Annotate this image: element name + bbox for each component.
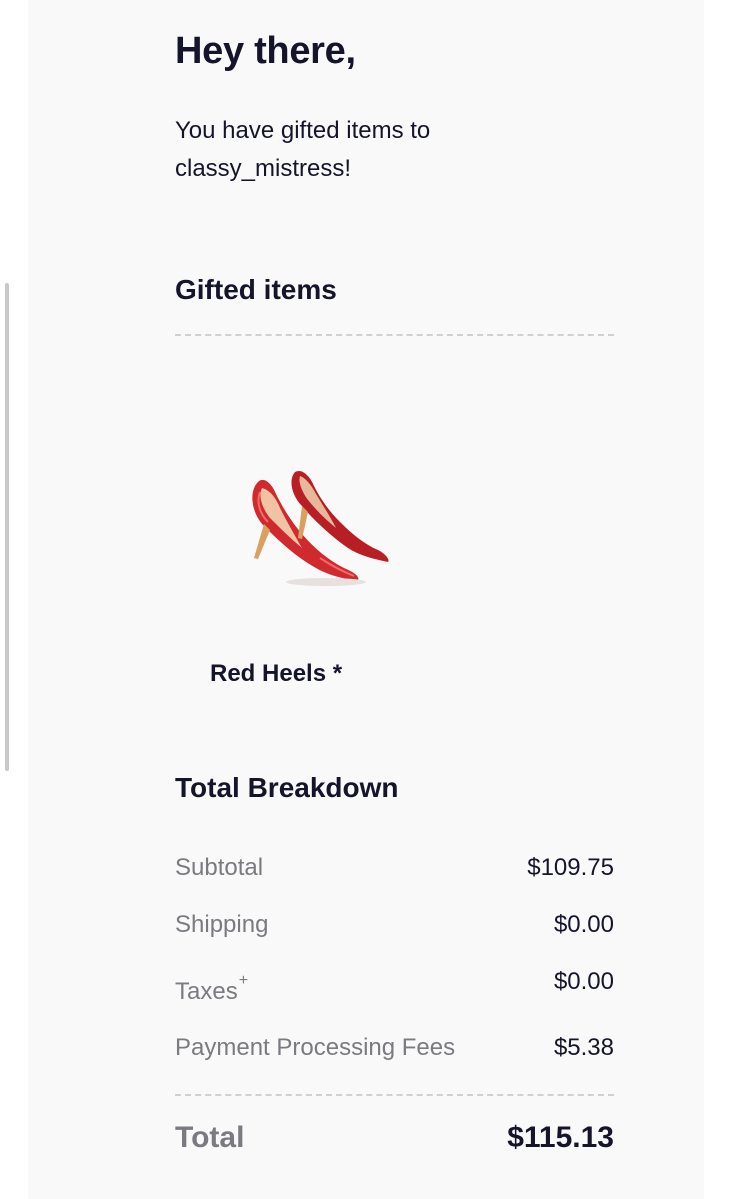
- total-breakdown-title: Total Breakdown: [175, 772, 399, 803]
- greeting-heading: Hey there,: [175, 30, 356, 72]
- fees-row: Payment Processing Fees $5.38: [175, 1034, 614, 1068]
- intro-text: You have gifted items to classy_mistress…: [175, 117, 431, 182]
- product-name[interactable]: Red Heels *: [210, 660, 342, 688]
- gifted-items-title: Gifted items: [175, 274, 337, 305]
- subtotal-row: Subtotal $109.75: [175, 854, 614, 888]
- divider: [175, 1094, 614, 1096]
- email-card: Hey there, You have gifted items to clas…: [28, 0, 704, 1199]
- taxes-label: Taxes: [175, 978, 238, 1005]
- fees-label: Payment Processing Fees: [175, 1034, 456, 1061]
- total-label: Total: [175, 1121, 245, 1154]
- shipping-value: $0.00: [553, 911, 614, 938]
- taxes-value: $0.00: [553, 968, 614, 995]
- divider: [175, 334, 614, 336]
- fees-value: $5.38: [553, 1034, 614, 1061]
- subtotal-label: Subtotal: [175, 854, 264, 881]
- total-value: $115.13: [507, 1121, 614, 1154]
- subtotal-value: $109.75: [527, 854, 614, 881]
- total-row: Total $115.13: [175, 1121, 614, 1161]
- taxes-label-group: Taxes+: [175, 972, 248, 1006]
- red-heels-image: [252, 470, 389, 586]
- product-card[interactable]: [180, 392, 436, 642]
- taxes-row: Taxes+ $0.00: [175, 968, 614, 1005]
- scrollbar[interactable]: [5, 283, 9, 771]
- shipping-row: Shipping $0.00: [175, 911, 614, 945]
- taxes-marker: +: [238, 972, 249, 989]
- shipping-label: Shipping: [175, 911, 269, 938]
